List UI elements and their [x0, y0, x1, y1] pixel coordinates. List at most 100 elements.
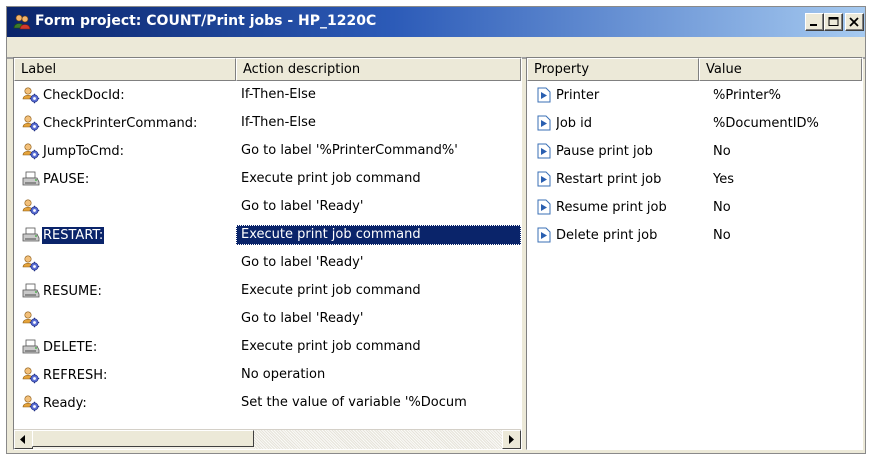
- close-button[interactable]: [845, 13, 864, 31]
- gear-user-icon: [22, 86, 40, 104]
- row-label: RESUME:: [43, 283, 102, 299]
- form-project-window: Form project: COUNT/Print jobs - HP_1220…: [6, 6, 866, 454]
- label-cell[interactable]: DELETE:: [14, 333, 236, 361]
- list-item[interactable]: Ready: Set the value of variable '%Docum: [14, 389, 521, 417]
- action-description: Go to label 'Ready': [241, 311, 364, 326]
- property-name: Job id: [556, 115, 593, 131]
- property-header: Property Value: [527, 58, 862, 81]
- users-icon: [13, 14, 31, 30]
- property-arrow-icon: [537, 87, 551, 103]
- minimize-button[interactable]: [805, 13, 824, 31]
- row-label: JumpToCmd:: [43, 143, 125, 159]
- property-name: Delete print job: [556, 227, 658, 243]
- label-action-list[interactable]: Label Action description CheckDocId: If-T…: [13, 57, 522, 450]
- horizontal-scrollbar[interactable]: [14, 429, 521, 449]
- property-name: Restart print job: [556, 171, 662, 187]
- row-label: PAUSE:: [43, 171, 90, 187]
- property-value[interactable]: %DocumentID%: [711, 116, 862, 131]
- list-item[interactable]: PAUSE: Execute print job command: [14, 165, 521, 193]
- row-label: RESTART:: [42, 226, 105, 244]
- property-value[interactable]: %Printer%: [711, 88, 862, 103]
- gear-user-icon: [22, 394, 40, 412]
- label-cell[interactable]: [14, 249, 236, 277]
- property-value[interactable]: No: [711, 144, 862, 159]
- property-row[interactable]: Printer %Printer%: [527, 81, 862, 109]
- maximize-icon: [828, 17, 839, 26]
- action-description: Execute print job command: [241, 283, 421, 298]
- scroll-right-button[interactable]: [502, 430, 521, 449]
- label-cell[interactable]: RESTART:: [14, 221, 236, 249]
- list-item[interactable]: Go to label 'Ready': [14, 249, 521, 277]
- property-arrow-icon: [537, 227, 551, 243]
- property-row[interactable]: Delete print job No: [527, 221, 862, 249]
- property-row[interactable]: Restart print job Yes: [527, 165, 862, 193]
- list-item[interactable]: RESTART: Execute print job command: [14, 221, 521, 249]
- arrow-right-icon: [509, 435, 514, 444]
- list-header: Label Action description: [14, 58, 521, 81]
- label-cell[interactable]: [14, 193, 236, 221]
- close-icon: [849, 17, 859, 27]
- scroll-track[interactable]: [254, 430, 502, 449]
- list-item[interactable]: CheckDocId: If-Then-Else: [14, 81, 521, 109]
- property-list[interactable]: Property Value Printer %Printer% Job id %Do…: [526, 57, 863, 450]
- action-description: Go to label '%PrinterCommand%': [241, 143, 458, 158]
- row-label: DELETE:: [43, 339, 98, 355]
- property-row[interactable]: Resume print job No: [527, 193, 862, 221]
- label-cell[interactable]: CheckDocId:: [14, 81, 236, 109]
- column-header-action[interactable]: Action description: [236, 58, 521, 81]
- list-item[interactable]: CheckPrinterCommand: If-Then-Else: [14, 109, 521, 137]
- label-cell[interactable]: CheckPrinterCommand:: [14, 109, 236, 137]
- list-rows: CheckDocId: If-Then-Else CheckPrinterComma…: [14, 81, 521, 417]
- title-bar[interactable]: Form project: COUNT/Print jobs - HP_1220…: [7, 7, 865, 37]
- gear-user-icon: [22, 114, 40, 132]
- toolbar-strip: [7, 37, 865, 59]
- label-cell[interactable]: RESUME:: [14, 277, 236, 305]
- property-value[interactable]: Yes: [711, 172, 862, 187]
- action-description: If-Then-Else: [241, 115, 316, 130]
- printer-icon: [22, 226, 40, 244]
- label-cell[interactable]: [14, 305, 236, 333]
- property-row[interactable]: Job id %DocumentID%: [527, 109, 862, 137]
- printer-icon: [22, 338, 40, 356]
- scroll-thumb[interactable]: [32, 430, 254, 447]
- label-cell[interactable]: PAUSE:: [14, 165, 236, 193]
- label-cell[interactable]: Ready:: [14, 389, 236, 417]
- scroll-left-button[interactable]: [14, 430, 33, 449]
- column-header-label[interactable]: Label: [14, 58, 236, 81]
- property-rows: Printer %Printer% Job id %DocumentID% Pause …: [527, 81, 862, 249]
- list-item[interactable]: JumpToCmd: Go to label '%PrinterCommand%': [14, 137, 521, 165]
- property-name: Resume print job: [556, 199, 667, 215]
- row-label: CheckDocId:: [43, 87, 125, 103]
- minimize-icon: [810, 24, 817, 26]
- property-name: Printer: [556, 87, 600, 103]
- property-arrow-icon: [537, 171, 551, 187]
- column-header-value[interactable]: Value: [699, 58, 862, 81]
- list-item[interactable]: DELETE: Execute print job command: [14, 333, 521, 361]
- gear-user-icon: [22, 366, 40, 384]
- list-item[interactable]: Go to label 'Ready': [14, 305, 521, 333]
- window-title: Form project: COUNT/Print jobs - HP_1220…: [35, 13, 377, 29]
- property-arrow-icon: [537, 115, 551, 131]
- property-value[interactable]: No: [711, 228, 862, 243]
- list-item[interactable]: Go to label 'Ready': [14, 193, 521, 221]
- list-item[interactable]: REFRESH: No operation: [14, 361, 521, 389]
- action-description: Execute print job command: [241, 171, 421, 186]
- maximize-button[interactable]: [824, 13, 843, 31]
- action-description: No operation: [241, 367, 326, 382]
- action-description: Go to label 'Ready': [241, 199, 364, 214]
- property-name: Pause print job: [556, 143, 653, 159]
- property-row[interactable]: Pause print job No: [527, 137, 862, 165]
- action-description: Go to label 'Ready': [241, 255, 364, 270]
- property-arrow-icon: [537, 199, 551, 215]
- property-arrow-icon: [537, 143, 551, 159]
- row-label: REFRESH:: [43, 367, 108, 383]
- arrow-left-icon: [20, 435, 25, 444]
- list-item[interactable]: RESUME: Execute print job command: [14, 277, 521, 305]
- gear-user-icon: [22, 254, 40, 272]
- label-cell[interactable]: JumpToCmd:: [14, 137, 236, 165]
- gear-user-icon: [22, 142, 40, 160]
- label-cell[interactable]: REFRESH:: [14, 361, 236, 389]
- column-header-property[interactable]: Property: [527, 58, 699, 81]
- property-value[interactable]: No: [711, 200, 862, 215]
- gear-user-icon: [22, 198, 40, 216]
